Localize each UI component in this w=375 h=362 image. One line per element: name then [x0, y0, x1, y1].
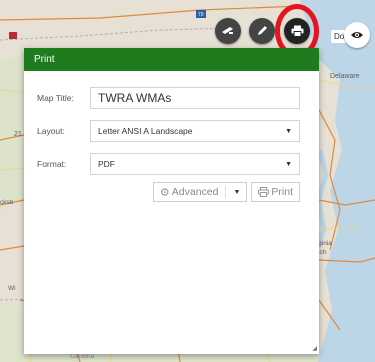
- gear-icon: ⚙: [159, 186, 170, 199]
- button-divider: [225, 186, 227, 198]
- format-select[interactable]: PDF ▼: [90, 153, 300, 175]
- map-title-row: Map Title:: [37, 87, 300, 109]
- format-row: Format: PDF ▼: [37, 153, 300, 175]
- printer-icon: [258, 187, 270, 197]
- chevron-down-icon: ▼: [233, 188, 241, 196]
- map-label-jacksonville: cksb: [0, 199, 14, 206]
- draw-tool-button[interactable]: [249, 18, 275, 44]
- format-value: PDF: [98, 159, 115, 169]
- print-panel-header[interactable]: Print: [24, 48, 319, 71]
- print-panel-body: Map Title: Layout: Letter ANSI A Landsca…: [24, 71, 319, 202]
- layout-value: Letter ANSI A Landscape: [98, 126, 193, 136]
- chevron-down-icon: ▼: [285, 160, 292, 168]
- layout-select[interactable]: Letter ANSI A Landscape ▼: [90, 120, 300, 142]
- advanced-label: Advanced: [171, 186, 219, 198]
- print-actions: ⚙ Advanced ▼ Print: [37, 182, 300, 202]
- map-title-label: Map Title:: [37, 93, 74, 103]
- pencil-icon: [258, 26, 267, 35]
- print-panel-title: Print: [34, 54, 55, 65]
- print-button[interactable]: Print: [251, 182, 300, 202]
- measure-icon: [222, 27, 233, 34]
- resize-grip-icon[interactable]: ◢: [312, 345, 317, 352]
- advanced-button[interactable]: ⚙ Advanced ▼: [152, 182, 248, 202]
- print-panel: Print Map Title: Layout: Letter ANSI A L…: [24, 48, 319, 354]
- chevron-down-icon: ▼: [285, 127, 292, 135]
- map-label-delaware: Delaware: [330, 73, 360, 80]
- print-label: Print: [271, 186, 293, 198]
- eye-icon: [351, 32, 363, 38]
- map-title-input[interactable]: [90, 87, 300, 109]
- format-label: Format:: [37, 159, 67, 169]
- route-shield-label: 70: [198, 12, 204, 18]
- map-label-route: 21: [14, 131, 22, 138]
- map-label-carolina: Carolina: [70, 353, 95, 360]
- layout-label: Layout:: [37, 126, 65, 136]
- layout-row: Layout: Letter ANSI A Landscape ▼: [37, 120, 300, 142]
- visibility-button[interactable]: [344, 22, 370, 48]
- map-label-wilmington: Wi: [8, 285, 16, 292]
- measure-tool-button[interactable]: [215, 18, 241, 44]
